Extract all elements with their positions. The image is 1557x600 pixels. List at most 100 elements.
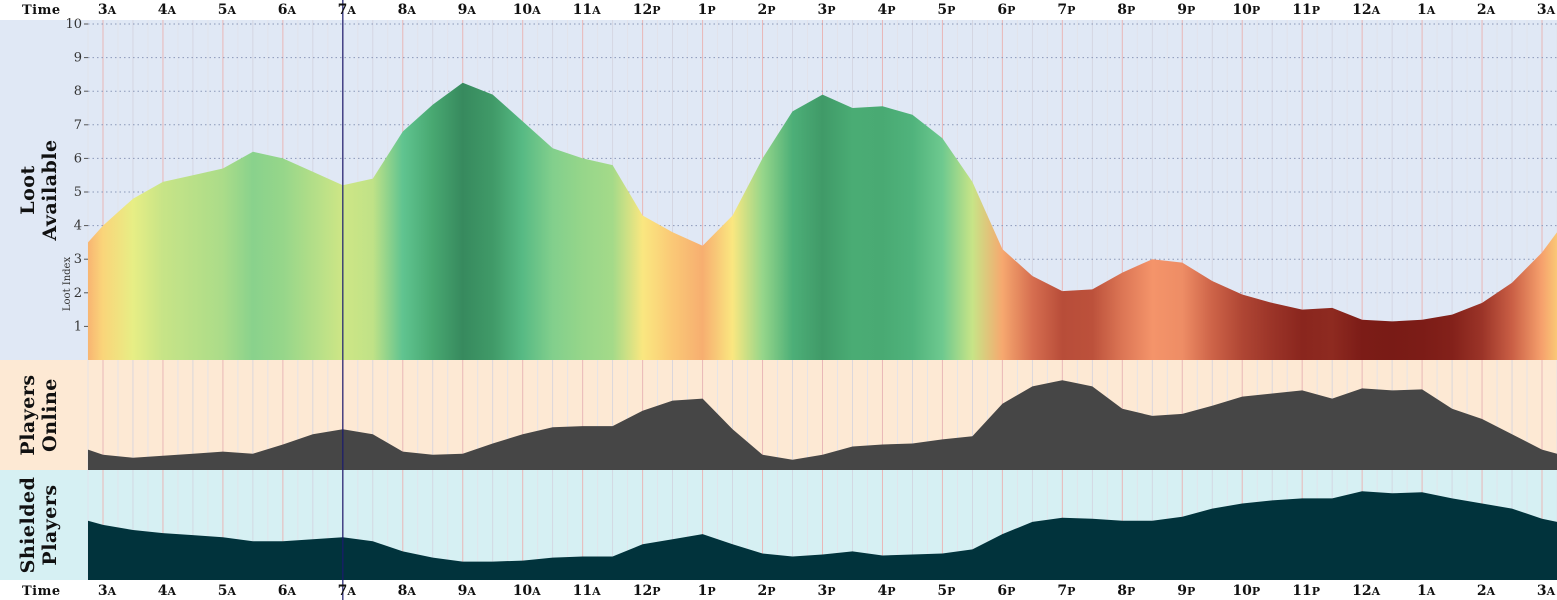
time-tick-hour: 6 <box>997 2 1007 18</box>
time-tick-suffix: P <box>767 4 775 17</box>
time-tick-label: 1A <box>1417 583 1436 599</box>
time-tick-suffix: A <box>1426 4 1436 17</box>
loot-chart: 12345678910Loot AvailableLoot IndexPlayer… <box>0 0 1557 600</box>
time-tick-suffix: P <box>1127 585 1135 598</box>
time-tick-label: 6A <box>278 583 297 599</box>
time-tick-label: 10P <box>1232 583 1260 599</box>
time-tick-label: 3A <box>1537 2 1556 18</box>
time-tick-label: 6P <box>997 2 1015 18</box>
time-tick-label: 3A <box>98 583 117 599</box>
time-tick-label: 5P <box>937 2 955 18</box>
time-tick-label: 2P <box>758 2 776 18</box>
time-tick-hour: 1 <box>698 2 708 18</box>
ytick-label: 10 <box>65 17 82 32</box>
time-tick-label: 1P <box>698 583 716 599</box>
time-tick-suffix: P <box>887 4 895 17</box>
time-tick-hour: 2 <box>758 2 768 18</box>
time-tick-hour: 7 <box>338 2 348 18</box>
time-tick-label: 4P <box>877 2 895 18</box>
time-tick-hour: 8 <box>398 2 408 18</box>
time-tick-hour: 12 <box>633 2 652 18</box>
time-tick-suffix: P <box>1067 585 1075 598</box>
time-tick-suffix: A <box>406 585 416 598</box>
time-tick-label: 1P <box>698 2 716 18</box>
ytick-label: 3 <box>74 252 82 267</box>
panel-title-line: Players <box>17 374 39 455</box>
time-tick-label: 2A <box>1477 583 1496 599</box>
time-tick-label: 4A <box>158 2 177 18</box>
time-tick-suffix: A <box>346 585 356 598</box>
time-tick-hour: 11 <box>573 2 592 18</box>
time-tick-suffix: A <box>107 585 117 598</box>
time-tick-suffix: P <box>1187 4 1195 17</box>
time-tick-suffix: A <box>1546 4 1556 17</box>
time-tick-suffix: P <box>1007 4 1015 17</box>
time-tick-suffix: A <box>1486 585 1496 598</box>
time-tick-hour: 8 <box>1117 583 1127 599</box>
time-tick-hour: 4 <box>877 2 887 18</box>
ytick-label: 7 <box>74 118 82 133</box>
time-tick-suffix: P <box>767 585 775 598</box>
time-tick-label: 9A <box>458 583 477 599</box>
time-tick-hour: 6 <box>278 583 288 599</box>
time-tick-suffix: P <box>887 585 895 598</box>
panel-title-line: Loot <box>17 165 39 214</box>
panel-title-line: Players <box>39 484 61 565</box>
time-tick-label: 4P <box>877 583 895 599</box>
time-tick-label: 6P <box>997 583 1015 599</box>
time-tick-suffix: P <box>1312 585 1320 598</box>
time-tick-suffix: P <box>827 585 835 598</box>
ytick-label: 9 <box>74 51 82 66</box>
time-tick-suffix: A <box>591 585 601 598</box>
time-tick-hour: 4 <box>877 583 887 599</box>
time-tick-hour: 12 <box>1352 583 1371 599</box>
time-tick-hour: 8 <box>1117 2 1127 18</box>
time-tick-suffix: A <box>167 585 177 598</box>
time-tick-label: 2A <box>1477 2 1496 18</box>
time-tick-hour: 5 <box>937 583 947 599</box>
time-tick-hour: 12 <box>633 583 652 599</box>
panel-title-shielded: Shielded Players <box>17 477 61 574</box>
ytick-label: 5 <box>74 185 82 200</box>
time-tick-label: 3P <box>817 2 835 18</box>
time-tick-suffix: P <box>1187 585 1195 598</box>
ytick-label: 4 <box>74 219 82 234</box>
time-tick-hour: 4 <box>158 583 168 599</box>
time-tick-hour: 7 <box>338 583 348 599</box>
time-tick-label: 9P <box>1177 2 1195 18</box>
panel-title-line: Shielded <box>17 477 39 574</box>
time-tick-label: 3A <box>1537 583 1556 599</box>
time-tick-suffix: A <box>406 4 416 17</box>
time-tick-label: 12P <box>633 2 661 18</box>
time-tick-hour: 3 <box>98 583 108 599</box>
time-tick-suffix: P <box>1067 4 1075 17</box>
time-tick-label: 10A <box>513 2 541 18</box>
time-tick-hour: 5 <box>218 2 228 18</box>
time-tick-label: 3P <box>817 583 835 599</box>
time-tick-label: 11A <box>573 2 601 18</box>
time-tick-hour: 12 <box>1352 2 1371 18</box>
time-tick-label: 7A <box>338 2 357 18</box>
time-tick-label: 7A <box>338 583 357 599</box>
time-tick-suffix: P <box>1252 4 1260 17</box>
time-tick-suffix: P <box>707 585 715 598</box>
time-tick-hour: 11 <box>573 583 592 599</box>
time-tick-label: 6A <box>278 2 297 18</box>
time-tick-hour: 10 <box>513 583 533 599</box>
time-tick-hour: 5 <box>218 583 228 599</box>
time-tick-suffix: A <box>1486 4 1496 17</box>
time-tick-suffix: A <box>531 4 541 17</box>
chart-container: 1 2 3 4 5 6 7 8 9 10 Loot Available Loot Index Player… <box>0 0 1557 600</box>
time-tick-hour: 6 <box>997 583 1007 599</box>
time-tick-hour: 10 <box>1232 2 1252 18</box>
time-tick-hour: 9 <box>458 2 468 18</box>
time-tick-hour: 9 <box>1177 583 1187 599</box>
time-tick-label: 8A <box>398 583 417 599</box>
time-tick-label: 7P <box>1057 583 1075 599</box>
time-tick-hour: 9 <box>458 583 468 599</box>
time-tick-label: 3A <box>98 2 117 18</box>
time-tick-suffix: A <box>167 4 177 17</box>
time-tick-label: 12A <box>1352 583 1380 599</box>
time-tick-suffix: P <box>827 4 835 17</box>
time-tick-label: 5A <box>218 2 237 18</box>
